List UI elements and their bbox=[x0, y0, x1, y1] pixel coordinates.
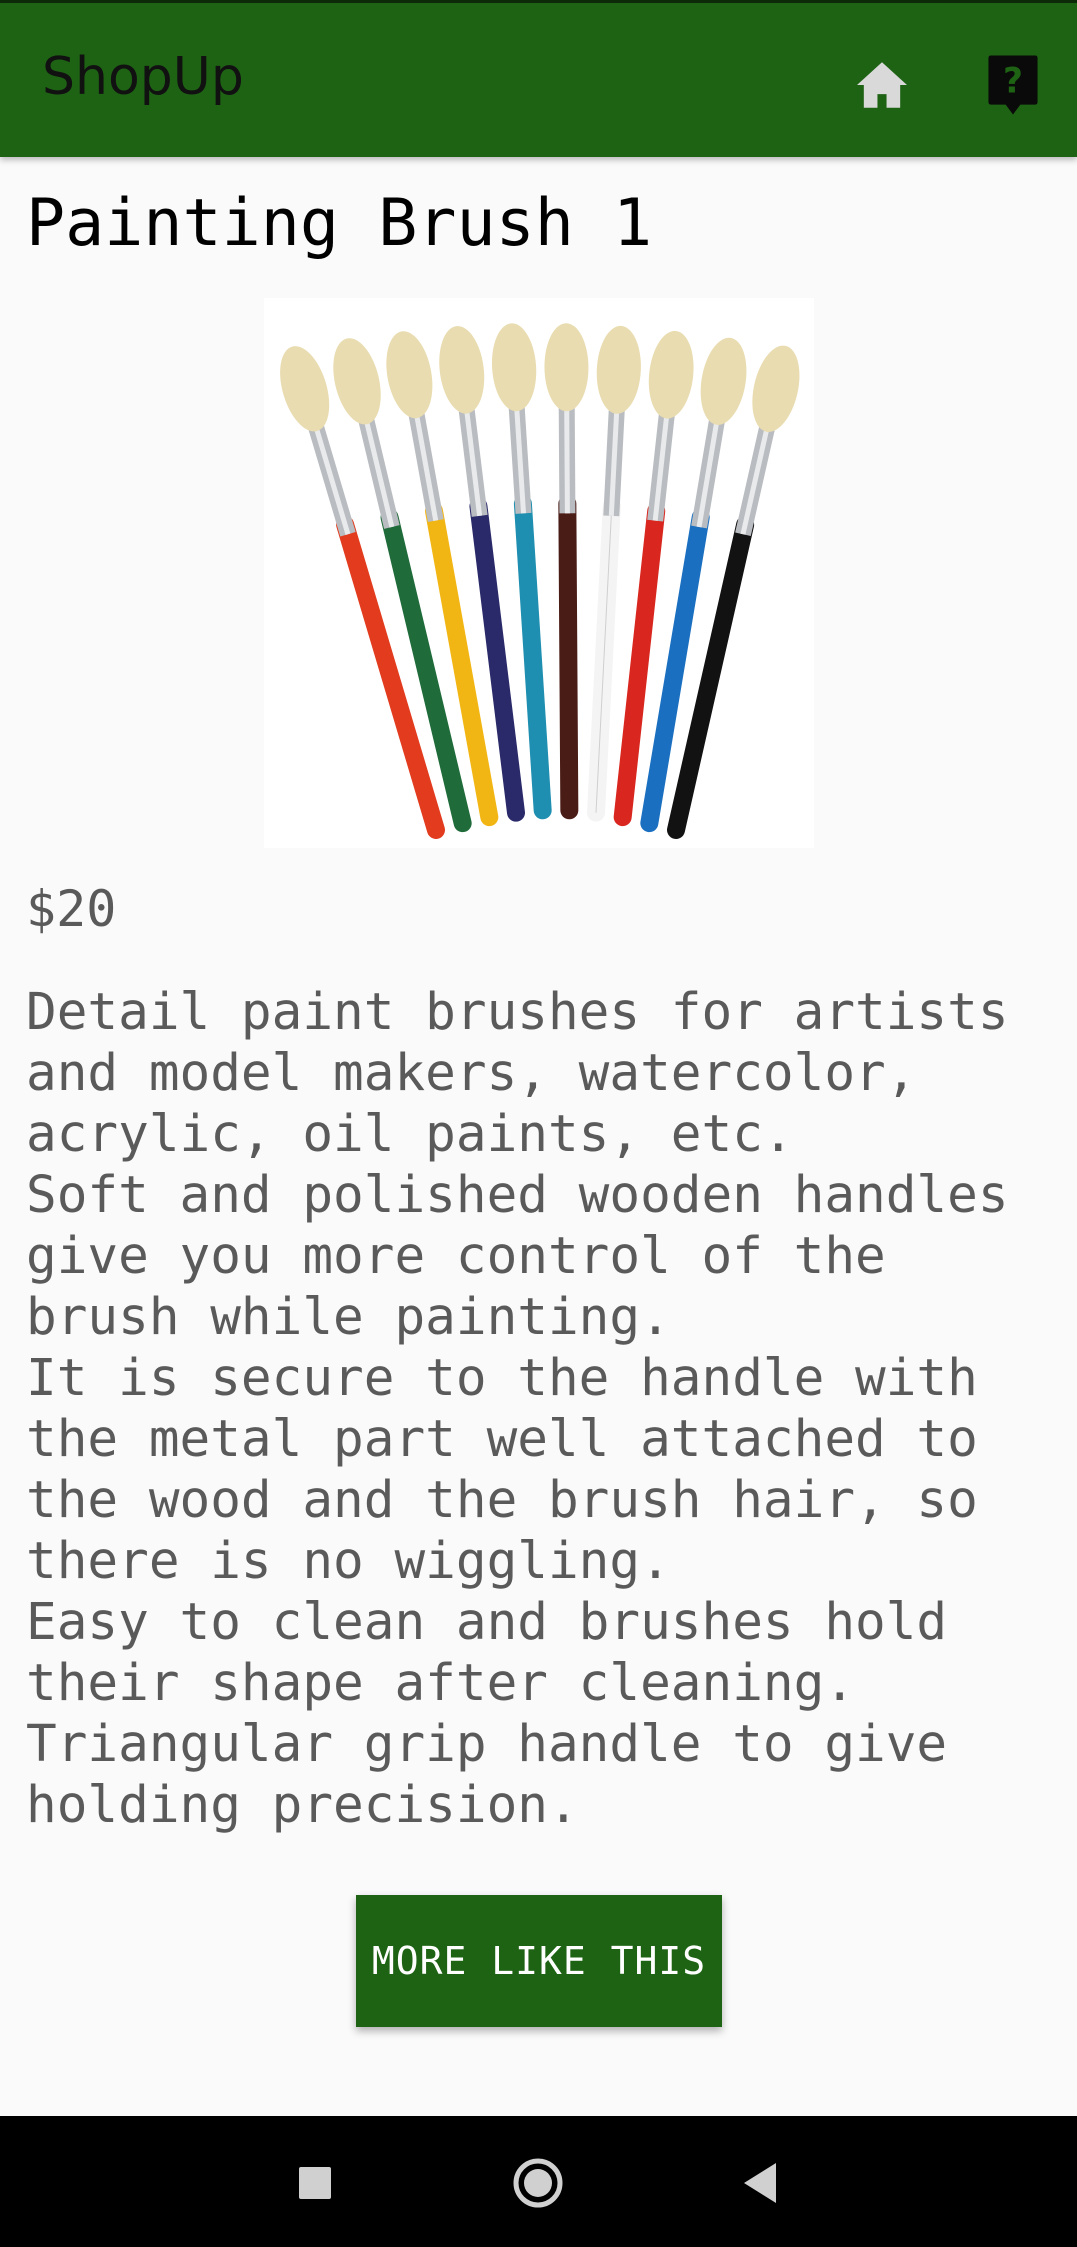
app-bar: ShopUp ? bbox=[0, 0, 1077, 157]
app-title: ShopUp bbox=[42, 47, 244, 107]
help-icon: ? bbox=[988, 55, 1038, 115]
home-button[interactable] bbox=[850, 53, 914, 117]
back-button[interactable] bbox=[715, 2138, 805, 2228]
more-like-this-button[interactable]: MORE LIKE THIS bbox=[356, 1895, 722, 2027]
system-nav-bar bbox=[0, 2116, 1077, 2247]
svg-text:?: ? bbox=[1003, 61, 1023, 101]
recents-icon bbox=[299, 2167, 331, 2199]
home-circle-icon bbox=[513, 2158, 563, 2208]
home-icon bbox=[857, 62, 907, 108]
home-nav-button[interactable] bbox=[493, 2138, 583, 2228]
product-image bbox=[264, 298, 814, 848]
product-description: Detail paint brushes for artists and mod… bbox=[26, 983, 1009, 1835]
product-price: $20 bbox=[26, 880, 117, 938]
product-title: Painting Brush 1 bbox=[26, 186, 653, 261]
recents-button[interactable] bbox=[270, 2138, 360, 2228]
back-icon bbox=[744, 2163, 776, 2203]
paint-brushes-image bbox=[264, 298, 814, 848]
help-button[interactable]: ? bbox=[982, 53, 1044, 117]
screen: ShopUp ? Painting Brush 1 $20 Detail pai… bbox=[0, 0, 1077, 2247]
